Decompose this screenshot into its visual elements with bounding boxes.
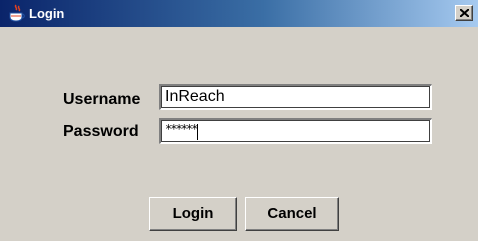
title-bar[interactable]: Login: [0, 0, 478, 27]
cancel-button[interactable]: Cancel: [245, 197, 339, 231]
window-title: Login: [29, 6, 65, 21]
text-caret: [197, 124, 198, 140]
password-field[interactable]: ******: [159, 118, 432, 144]
login-button[interactable]: Login: [149, 197, 237, 231]
close-button[interactable]: [455, 5, 473, 21]
login-dialog: Login Username InReach Password ****** L…: [0, 0, 480, 241]
close-x-icon: [460, 9, 469, 17]
username-value: InReach: [165, 88, 225, 105]
password-value: ******: [165, 122, 198, 136]
username-field[interactable]: InReach: [159, 84, 432, 110]
password-label: Password: [63, 123, 139, 140]
username-label: Username: [63, 91, 141, 108]
java-coffee-cup-icon: [6, 4, 26, 23]
